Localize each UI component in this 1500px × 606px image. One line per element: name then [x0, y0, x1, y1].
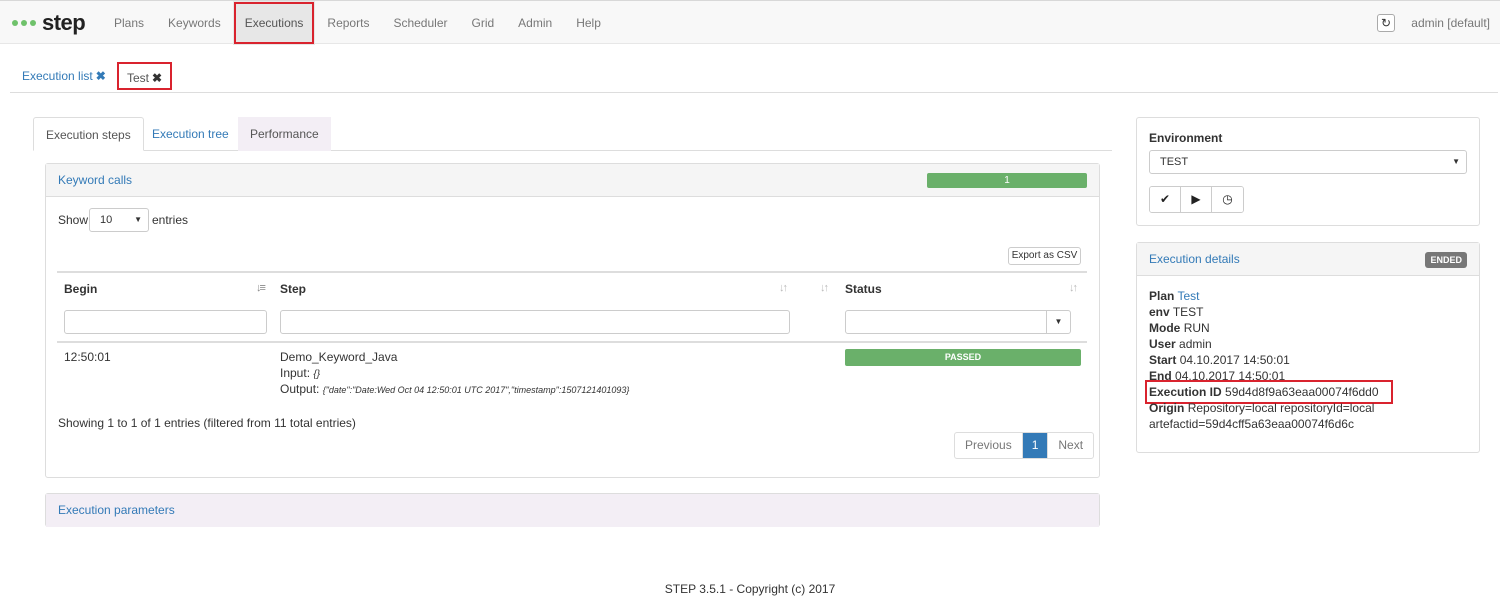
entries-label: entries — [152, 213, 189, 227]
footer: STEP 3.5.1 - Copyright (c) 2017 — [664, 582, 836, 596]
detail-end: End 04.10.2017 14:50:01 — [1149, 369, 1286, 383]
refresh-icon[interactable]: ↻ — [1377, 14, 1395, 32]
execution-actions: ✔ ▶ ◷ — [1149, 186, 1244, 213]
output-value: {"date":"Date:Wed Oct 04 12:50:01 UTC 20… — [322, 385, 630, 395]
export-csv-button[interactable]: Export as CSV — [1008, 247, 1081, 265]
step-filter-input[interactable] — [280, 310, 790, 334]
execution-details-header: Execution details ENDED — [1137, 243, 1479, 276]
clock-icon[interactable]: ◷ — [1212, 187, 1243, 212]
page-tabs: Execution list ✖ Test ✖ — [10, 58, 1498, 93]
chevron-down-icon[interactable]: ▼ — [1046, 311, 1070, 333]
detail-origin-artefact: artefactid=59d4cff5a63eaa00074f6d6c — [1149, 417, 1354, 431]
brand-name: step — [42, 10, 86, 35]
status-filter-select[interactable]: ▼ — [845, 310, 1071, 334]
begin-filter-input[interactable] — [64, 310, 267, 334]
tab-execution-list[interactable]: Execution list ✖ — [22, 62, 106, 90]
table-top-rule — [57, 271, 1087, 273]
environment-title: Environment — [1149, 131, 1223, 145]
sort-icon[interactable]: ↓↑ — [1069, 282, 1078, 294]
main-nav: Plans Keywords Executions Reports Schedu… — [102, 1, 613, 45]
row-input: Input: {} — [280, 366, 320, 380]
input-value: {} — [313, 369, 321, 380]
check-icon[interactable]: ✔ — [1150, 187, 1181, 212]
chevron-down-icon: ▼ — [1452, 157, 1460, 166]
detail-user: User admin — [1149, 337, 1212, 351]
execution-subtabs: Execution steps Execution tree Performan… — [33, 117, 1112, 151]
pagination-previous[interactable]: Previous — [955, 433, 1023, 458]
sort-icon[interactable]: ↓↑ — [820, 282, 829, 294]
nav-executions[interactable]: Executions — [232, 1, 316, 45]
row-step-name[interactable]: Demo_Keyword_Java — [280, 350, 397, 364]
nav-plans[interactable]: Plans — [102, 1, 156, 45]
detail-plan: Plan Test — [1149, 289, 1200, 303]
tab-performance[interactable]: Performance — [238, 117, 331, 151]
nav-grid[interactable]: Grid — [460, 1, 507, 45]
brand-logo[interactable]: step — [12, 9, 86, 37]
pagination: Previous 1 Next — [954, 432, 1095, 459]
input-label: Input: — [280, 366, 311, 380]
column-header-status[interactable]: Status — [845, 282, 882, 296]
execution-parameters-panel: Execution parameters — [45, 493, 1100, 527]
nav-admin[interactable]: Admin — [506, 1, 564, 45]
nav-scheduler[interactable]: Scheduler — [381, 1, 459, 45]
status-badge: PASSED — [845, 349, 1081, 366]
user-menu[interactable]: admin [default] — [1411, 1, 1490, 45]
nav-help[interactable]: Help — [564, 1, 613, 45]
keyword-calls-header: Keyword calls 1 — [46, 164, 1099, 197]
detail-start: Start 04.10.2017 14:50:01 — [1149, 353, 1290, 367]
environment-select[interactable]: TEST ▼ — [1149, 150, 1467, 174]
sort-icon[interactable]: ↓↑ — [779, 282, 788, 294]
pagination-page[interactable]: 1 — [1022, 433, 1049, 458]
detail-execution-id: Execution ID 59d4d8f9a63eaa00074f6dd0 — [1145, 380, 1393, 404]
row-output: Output: {"date":"Date:Wed Oct 04 12:50:0… — [280, 382, 629, 396]
progress-bar: 1 — [927, 173, 1087, 188]
nav-reports[interactable]: Reports — [315, 1, 381, 45]
keyword-calls-title[interactable]: Keyword calls — [58, 173, 132, 187]
tab-execution-tree[interactable]: Execution tree — [140, 117, 241, 151]
nav-keywords[interactable]: Keywords — [156, 1, 233, 45]
row-begin: 12:50:01 — [64, 350, 111, 364]
entries-select-value: 10 — [100, 214, 113, 226]
detail-env: env TEST — [1149, 305, 1204, 319]
close-icon[interactable]: ✖ — [152, 71, 162, 85]
tab-test-label: Test — [127, 71, 150, 85]
tab-execution-list-label: Execution list — [22, 69, 93, 83]
column-header-step[interactable]: Step — [280, 282, 306, 296]
close-icon[interactable]: ✖ — [96, 69, 106, 83]
detail-origin: Origin Repository=local repositoryId=loc… — [1149, 401, 1375, 415]
execution-details-title[interactable]: Execution details — [1149, 252, 1240, 266]
logo-dots-icon — [12, 20, 36, 26]
output-label: Output: — [280, 382, 320, 396]
status-badge: ENDED — [1425, 252, 1467, 268]
execution-id-value: 59d4d8f9a63eaa00074f6dd0 — [1225, 385, 1379, 399]
play-icon[interactable]: ▶ — [1181, 187, 1212, 212]
table-info: Showing 1 to 1 of 1 entries (filtered fr… — [58, 416, 356, 430]
execution-parameters-header[interactable]: Execution parameters — [46, 494, 1099, 527]
table-filter-rule — [57, 341, 1087, 343]
environment-select-value: TEST — [1160, 156, 1189, 168]
show-label: Show — [58, 213, 89, 227]
tab-execution-steps[interactable]: Execution steps — [33, 117, 144, 151]
plan-link[interactable]: Test — [1177, 289, 1199, 303]
sort-desc-icon[interactable]: ↓≡ — [256, 282, 266, 294]
entries-select[interactable]: 10 ▼ — [89, 208, 149, 232]
pagination-next[interactable]: Next — [1048, 433, 1093, 458]
execution-parameters-title[interactable]: Execution parameters — [58, 503, 175, 517]
detail-mode: Mode RUN — [1149, 321, 1210, 335]
tab-test[interactable]: Test ✖ — [117, 62, 173, 90]
top-navbar: step Plans Keywords Executions Reports S… — [0, 0, 1500, 45]
column-header-begin[interactable]: Begin — [64, 282, 97, 296]
chevron-down-icon: ▼ — [134, 215, 142, 224]
